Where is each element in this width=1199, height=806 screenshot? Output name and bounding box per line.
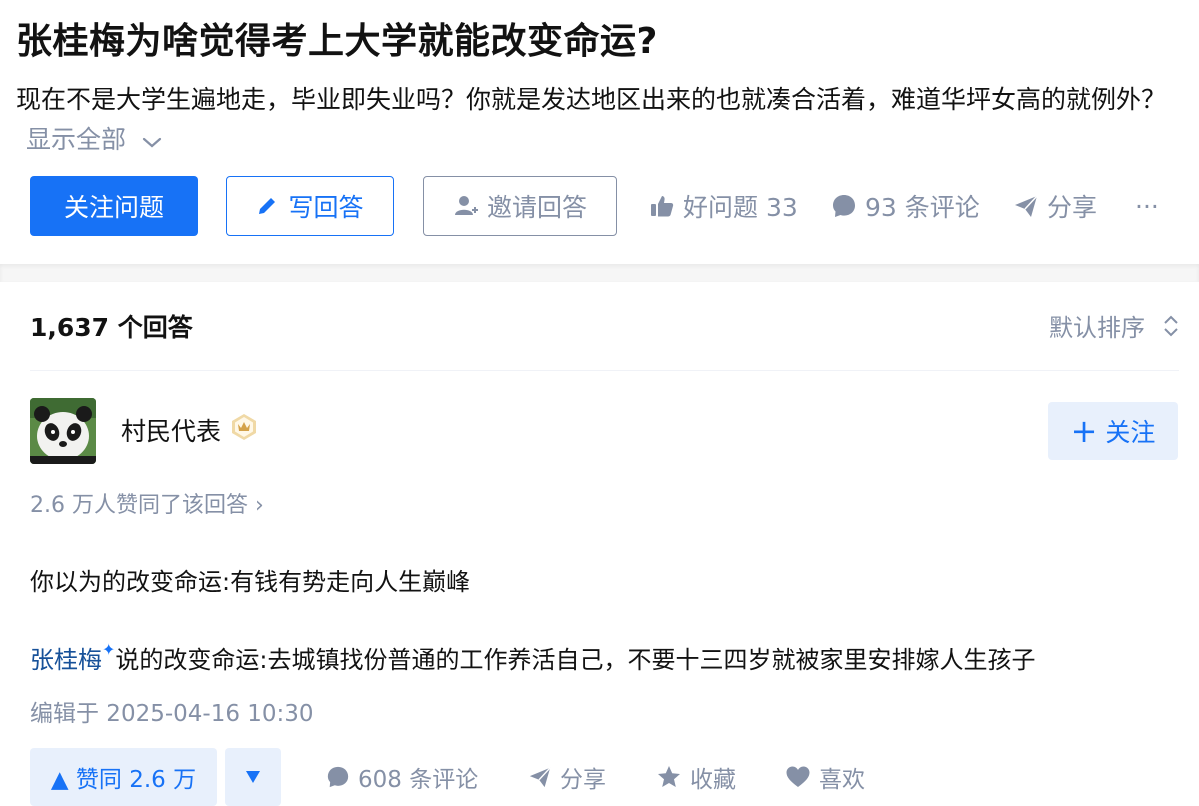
invite-user-icon — [453, 193, 479, 219]
answer-paragraph-2: 张桂梅✦说的改变命运:去城镇找份普通的工作养活自己，不要十三四岁就被家里安排嫁人… — [30, 640, 1036, 675]
pencil-icon — [256, 195, 278, 217]
collect-label: 收藏 — [690, 767, 736, 793]
good-question-button[interactable]: 好问题 33 — [649, 176, 798, 236]
voters-link[interactable]: 2.6 万人赞同了该回答 › — [30, 487, 264, 519]
author-name[interactable]: 村民代表 — [121, 412, 221, 448]
answer-paragraph-2-text: 说的改变命运:去城镇找份普通的工作养活自己，不要十三四岁就被家里安排嫁人生孩子 — [115, 646, 1036, 674]
thumbs-up-icon — [651, 196, 674, 217]
question-detail-text: 现在不是大学生遍地走，毕业即失业吗？你就是发达地区出来的也就凑合活着，难道华坪女… — [16, 85, 1167, 114]
share-answer-label: 分享 — [560, 767, 606, 793]
answer-list: 1,637 个回答 默认排序 村民代表 + 关注 2.6 万人赞同了该回答 › — [0, 282, 1199, 806]
section-divider — [0, 264, 1199, 282]
follow-question-button[interactable]: 关注问题 — [30, 176, 198, 236]
upvote-button[interactable]: ▲ 赞同 2.6 万 — [30, 748, 217, 806]
downvote-button[interactable] — [225, 748, 281, 806]
show-all-link[interactable]: 显示全部 — [26, 125, 126, 154]
answer-count: 1,637 个回答 — [30, 313, 193, 342]
author-info: 村民代表 — [121, 412, 257, 448]
answer-actions: ▲ 赞同 2.6 万 608 条评论 分享 收藏 喜欢 — [30, 748, 1180, 806]
question-detail: 现在不是大学生遍地走，毕业即失业吗？你就是发达地区出来的也就凑合活着，难道华坪女… — [16, 80, 1181, 161]
invite-answer-label: 邀请回答 — [486, 193, 587, 222]
follow-author-button[interactable]: + 关注 — [1048, 402, 1178, 460]
share-icon — [1015, 195, 1038, 217]
collect-button[interactable]: 收藏 — [656, 748, 736, 806]
question-comments-button[interactable]: 93 条评论 — [831, 176, 980, 236]
share-question-label: 分享 — [1047, 193, 1098, 222]
sort-chevrons-icon — [1164, 315, 1178, 336]
share-icon — [529, 767, 551, 788]
sparkle-icon: ✦ — [102, 640, 116, 659]
heart-icon — [786, 766, 810, 787]
edit-timestamp: 编辑于 2025-04-16 10:30 — [30, 701, 314, 727]
follow-author-label: 关注 — [1105, 418, 1156, 447]
question-header: 张桂梅为啥觉得考上大学就能改变命运? 现在不是大学生遍地走，毕业即失业吗？你就是… — [0, 0, 1199, 264]
write-answer-button[interactable]: 写回答 — [226, 176, 394, 236]
good-question-label: 好问题 33 — [683, 193, 798, 222]
avatar[interactable] — [30, 398, 96, 464]
share-answer-button[interactable]: 分享 — [528, 748, 606, 806]
share-question-button[interactable]: 分享 — [1013, 176, 1097, 236]
invite-answer-button[interactable]: 邀请回答 — [423, 176, 617, 236]
comment-icon — [327, 766, 349, 788]
panda-avatar-image — [30, 398, 96, 464]
mention-link[interactable]: 张桂梅 — [30, 646, 102, 674]
question-comments-label: 93 条评论 — [865, 193, 980, 222]
question-actions: 关注问题 写回答 邀请回答 好问题 33 93 条评论 分享 ··· — [30, 176, 1180, 236]
sort-label: 默认排序 — [1049, 314, 1145, 342]
star-icon — [658, 766, 680, 787]
question-title: 张桂梅为啥觉得考上大学就能改变命运? — [16, 21, 658, 62]
sort-dropdown[interactable]: 默认排序 — [1049, 308, 1179, 343]
write-answer-label: 写回答 — [288, 193, 364, 222]
more-options-button[interactable]: ··· — [1135, 176, 1159, 236]
separator-line — [30, 370, 1179, 371]
answer-comments-label: 608 条评论 — [358, 767, 479, 793]
like-button[interactable]: 喜欢 — [785, 748, 865, 806]
plus-icon: + — [1070, 412, 1098, 450]
like-label: 喜欢 — [819, 767, 865, 793]
chevron-down-icon[interactable] — [142, 121, 162, 161]
triangle-down-icon — [246, 771, 260, 783]
answer-paragraph-1: 你以为的改变命运:有钱有势走向人生巅峰 — [30, 568, 471, 596]
crown-badge-icon — [231, 413, 257, 447]
answer-comments-button[interactable]: 608 条评论 — [326, 748, 478, 806]
comment-icon — [833, 195, 855, 217]
